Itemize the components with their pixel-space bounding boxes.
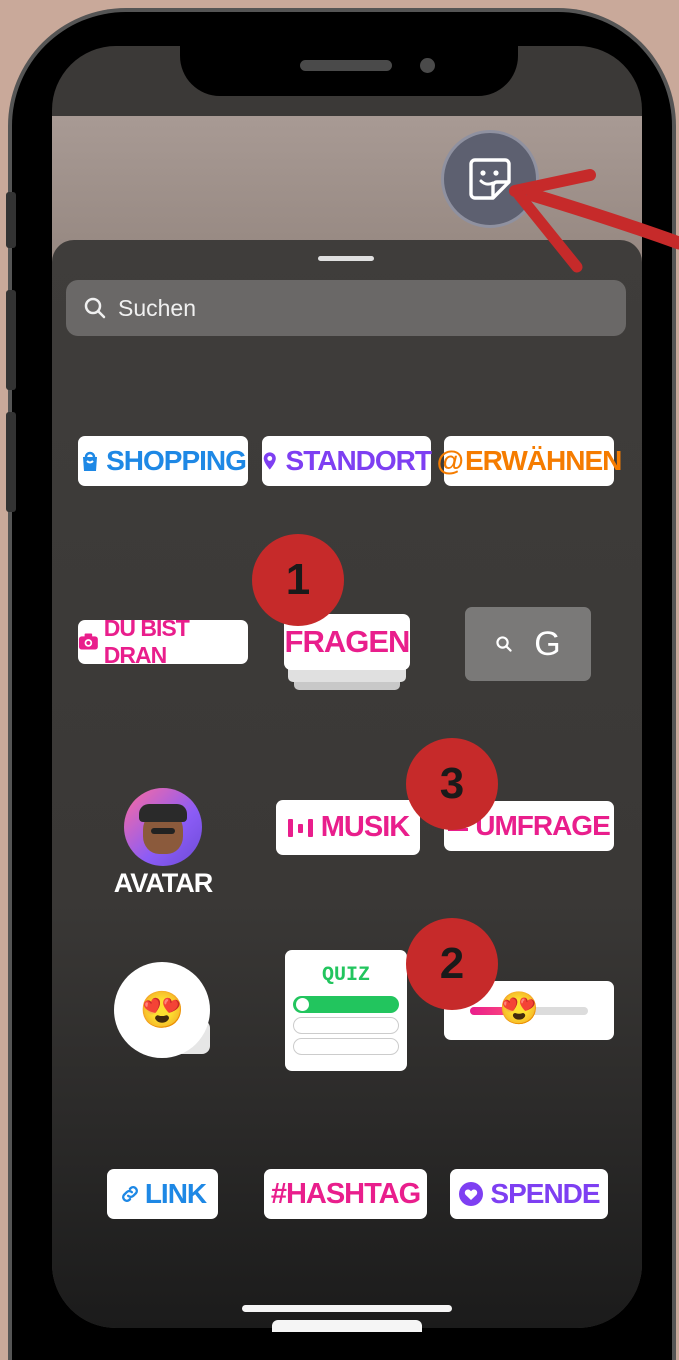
sticker-label: FRAGEN xyxy=(284,624,411,659)
sticker-label: SPENDE xyxy=(490,1178,600,1209)
avatar xyxy=(124,788,202,866)
shopping-bag-icon xyxy=(83,451,98,471)
quiz-option-correct xyxy=(293,996,399,1013)
sticker-label: G xyxy=(534,624,560,663)
sticker-spende[interactable]: SPENDE xyxy=(450,1169,608,1219)
quiz-option xyxy=(293,1038,399,1055)
sticker-label: UMFRAGE xyxy=(475,810,611,841)
search-placeholder: Suchen xyxy=(118,294,197,321)
bottom-peek xyxy=(272,1320,422,1332)
search-icon xyxy=(496,636,512,652)
side-button xyxy=(6,192,16,248)
camera-icon xyxy=(78,633,98,650)
annotation-arrow-icon xyxy=(509,169,679,273)
sticker-quiz[interactable]: QUIZ xyxy=(285,950,407,1071)
sticker-gif-search[interactable]: G xyxy=(465,607,591,681)
front-camera xyxy=(420,58,435,73)
sticker-avatar[interactable]: AVATAR xyxy=(108,788,218,908)
sticker-emoji-reaction[interactable]: 😍 xyxy=(114,962,212,1060)
sticker-erwaehnen[interactable]: @ ERWÄHNEN xyxy=(437,436,622,486)
search-icon xyxy=(84,297,106,319)
check-icon xyxy=(296,998,309,1011)
badge-number-1: 1 xyxy=(252,534,344,626)
sticker-label: ERWÄHNEN xyxy=(464,445,622,476)
sticker-musik[interactable]: MUSIK xyxy=(276,800,420,855)
home-indicator[interactable] xyxy=(242,1305,452,1312)
side-button xyxy=(6,290,16,390)
sticker-du-bist-dran[interactable]: DU BIST DRAN xyxy=(78,615,248,668)
side-button xyxy=(6,412,16,512)
sticker-label: MUSIK xyxy=(320,811,410,843)
sticker-label: LINK xyxy=(144,1178,207,1209)
music-bars-icon xyxy=(287,818,313,837)
sticker-link[interactable]: LINK xyxy=(107,1169,218,1219)
sheet-drag-handle[interactable] xyxy=(318,256,374,261)
sticker-standort[interactable]: STANDORT xyxy=(262,436,432,486)
sticker-label: QUIZ xyxy=(321,964,370,987)
location-pin-icon xyxy=(263,452,276,470)
heart-eyes-emoji-icon: 😍 xyxy=(139,989,185,1030)
at-icon: @ xyxy=(436,445,464,476)
heart-eyes-emoji-icon: 😍 xyxy=(499,990,539,1026)
badge-number-3: 3 xyxy=(406,738,498,830)
sticker-shopping[interactable]: SHOPPING xyxy=(78,436,248,486)
sticker-sheet: Suchen xyxy=(52,240,642,1328)
quiz-option xyxy=(293,1017,399,1034)
sticker-fragen[interactable]: FRAGEN xyxy=(284,614,410,696)
badge-number-2: 2 xyxy=(406,918,498,1010)
avatar-label: AVATAR xyxy=(113,868,213,898)
sticker-label: DU BIST DRAN xyxy=(103,615,190,668)
reaction-bubble: 😍 xyxy=(114,962,210,1058)
sticker-hashtag[interactable]: #HASHTAG xyxy=(264,1169,427,1219)
sticker-label: STANDORT xyxy=(285,445,432,476)
heart-icon xyxy=(459,1182,484,1206)
phone-notch xyxy=(180,44,518,96)
speaker xyxy=(300,60,392,71)
sticker-label: SHOPPING xyxy=(106,445,247,476)
link-icon xyxy=(121,1186,138,1202)
sticker-label: #HASHTAG xyxy=(270,1177,421,1210)
search-input[interactable]: Suchen xyxy=(66,280,626,336)
